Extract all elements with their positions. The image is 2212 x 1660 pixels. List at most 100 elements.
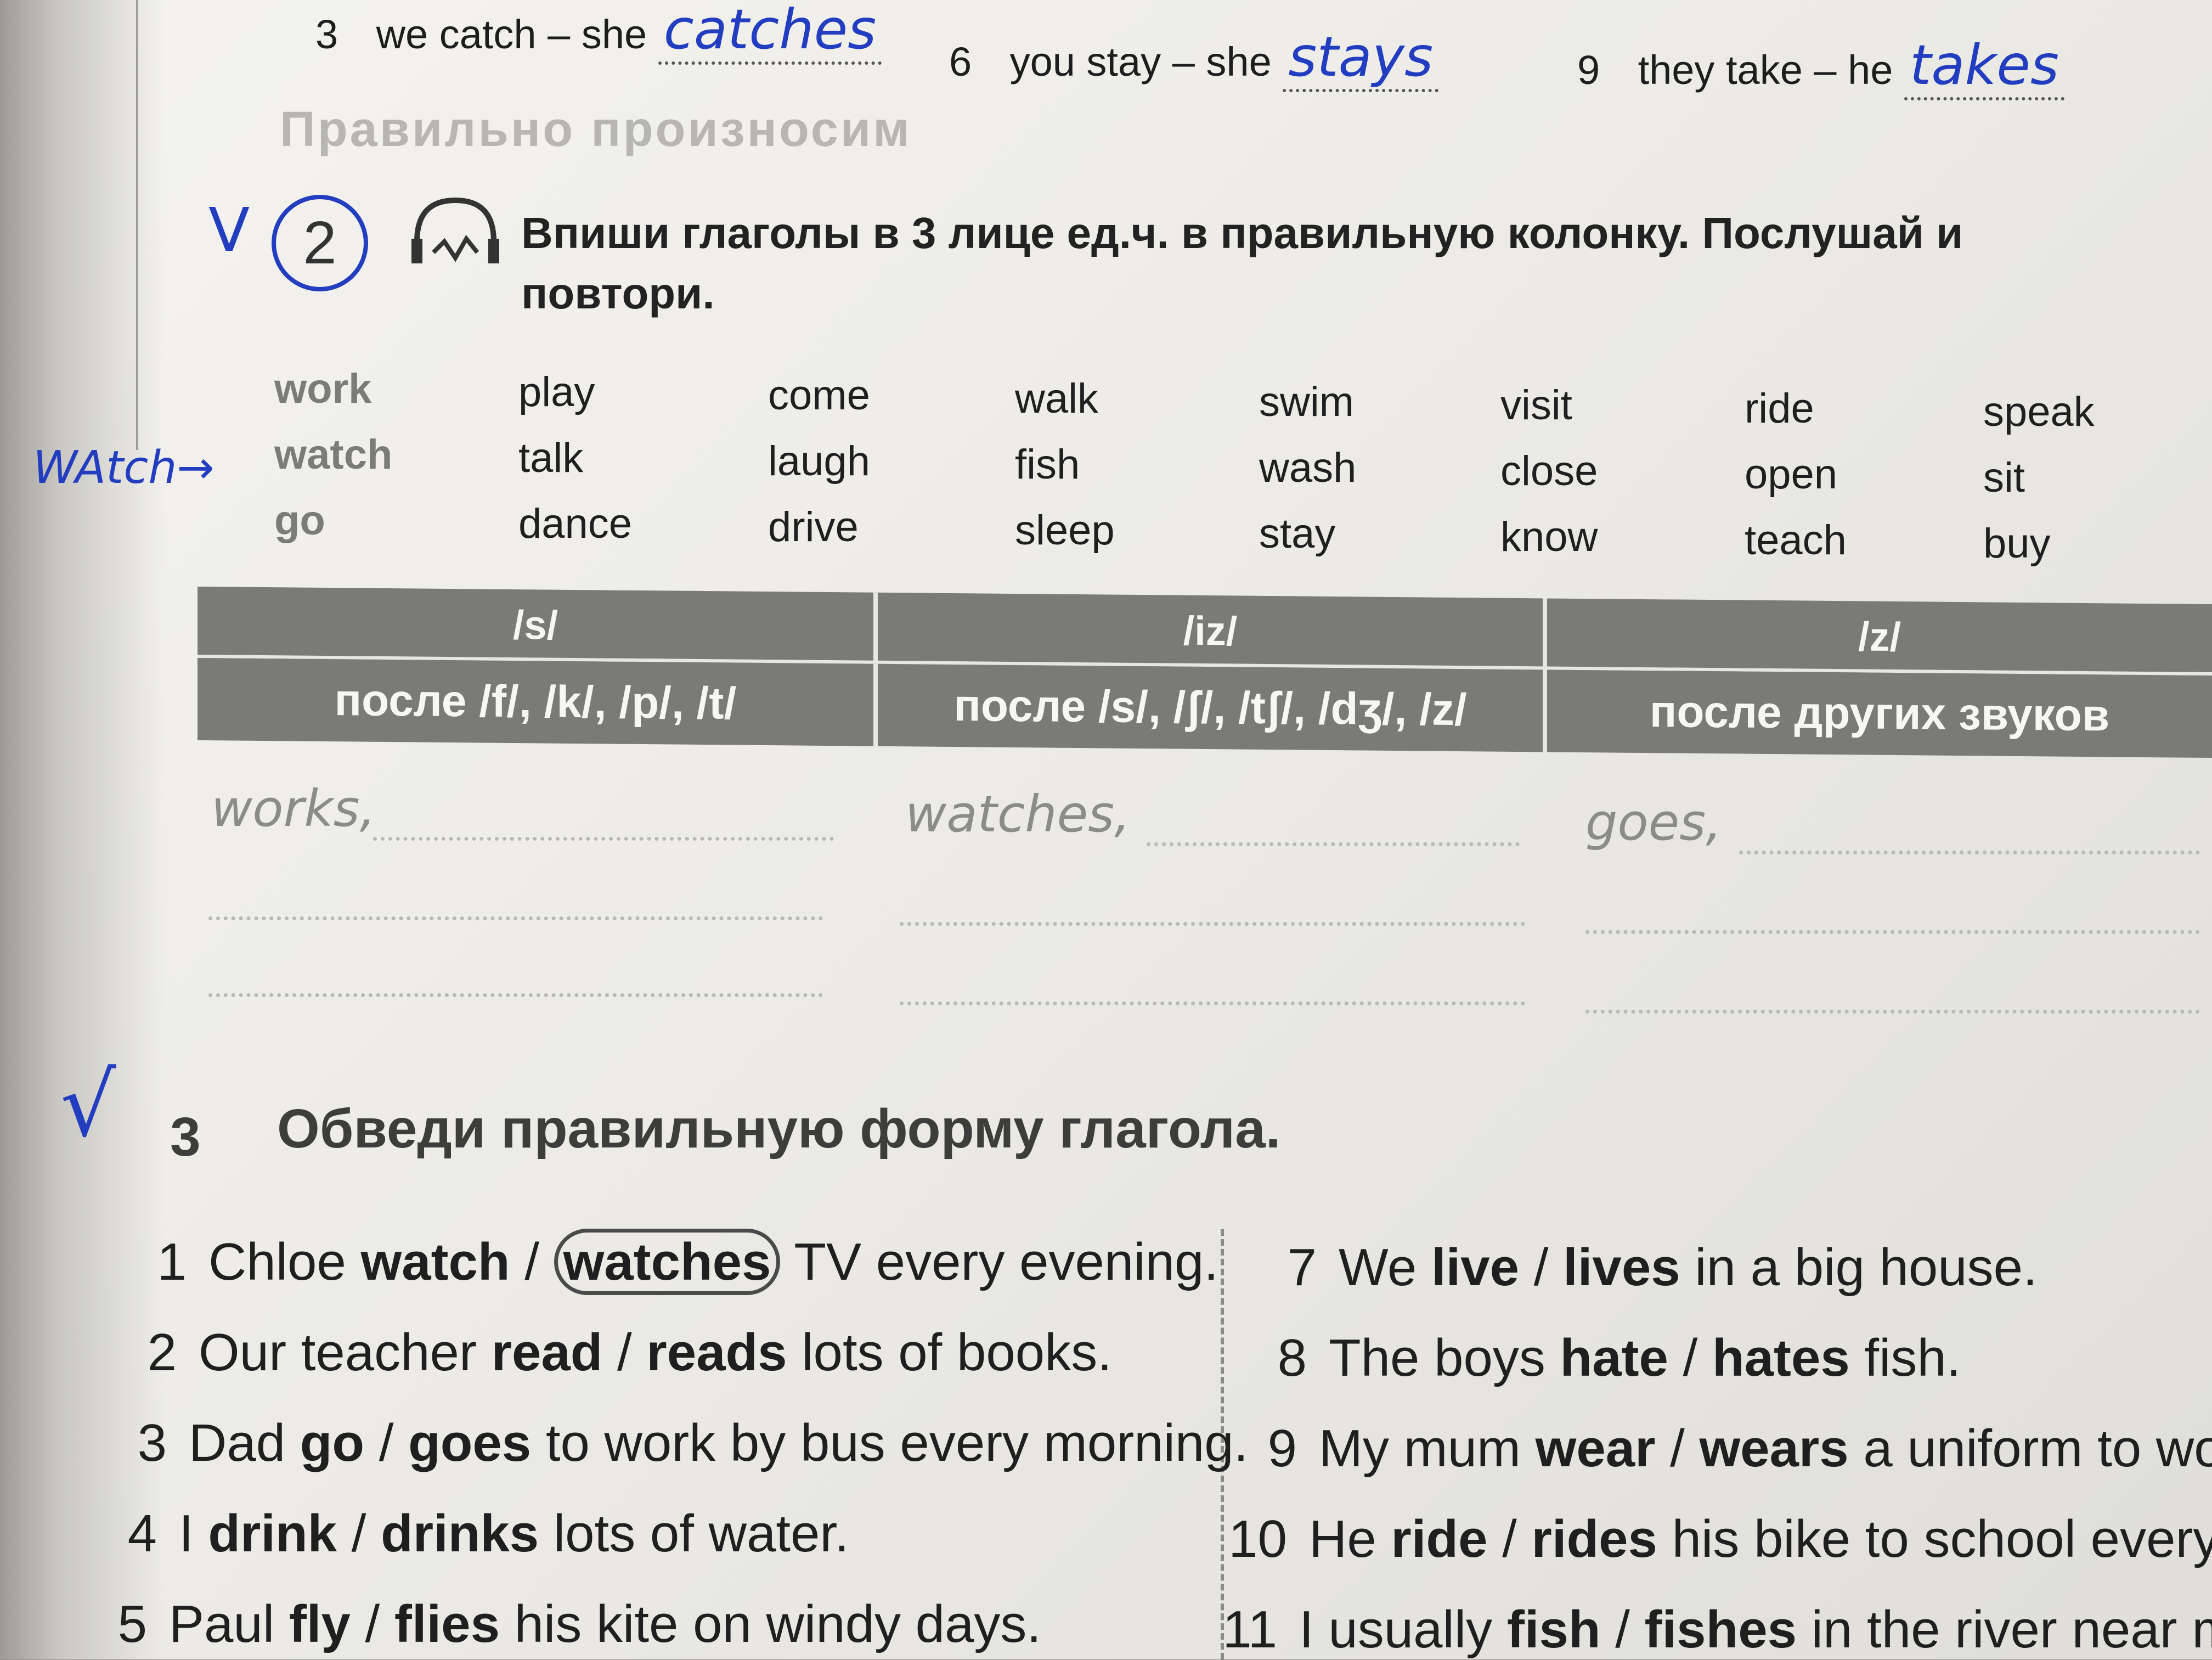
handwritten-answer: stays [1283, 25, 1439, 92]
verb-option-base[interactable]: watch [361, 1233, 510, 1291]
table-subheader: после /s/, /ʃ/, /tʃ/, /dʒ/, /z/ [878, 663, 1547, 752]
item-text: you stay – she [1009, 39, 1272, 85]
verb-option-third-person[interactable]: drinks [381, 1504, 539, 1563]
sentence-item: 5 Paul fly / flies his kite on windy days… [87, 1594, 1041, 1655]
item-text: we catch – she [376, 12, 647, 57]
sentence-subject: Paul [169, 1595, 275, 1653]
verb-word: teach [1745, 517, 1847, 564]
sentence-number: 5 [117, 1595, 147, 1653]
verb-word: laugh [768, 438, 870, 485]
table-header: /s/ [198, 586, 878, 664]
sentence-item: 10 He ride / rides his bike to school eve… [1227, 1509, 2212, 1569]
table-subheader-row: после /f/, /k/, /p/, /t/ после /s/, /ʃ/,… [198, 657, 2212, 758]
verb-option-base[interactable]: go [300, 1414, 364, 1472]
verb-word: walk [1015, 375, 1099, 422]
verb-option-base[interactable]: ride [1391, 1510, 1487, 1568]
verb-word: sleep [1015, 507, 1115, 554]
page-binding-shadow [0, 0, 165, 1659]
sentence-number: 4 [127, 1504, 157, 1563]
verb-option-base[interactable]: wear [1536, 1419, 1656, 1478]
sentence-number: 2 [147, 1323, 177, 1382]
sentence-rest: in the river near my h [1811, 1600, 2212, 1659]
verb-option-third-person[interactable]: wears [1699, 1419, 1848, 1478]
workbook-page: 3 we catch – she catches 6 you stay – sh… [0, 0, 2212, 1659]
sentence-item: 2 Our teacher read / reads lots of books. [116, 1323, 1112, 1383]
handwritten-answer: takes [1904, 33, 2065, 100]
verb-option-third-person[interactable]: flies [394, 1595, 500, 1653]
verb-word: talk [518, 435, 584, 481]
answer-line [1147, 793, 1520, 846]
option-separator: / [1668, 1329, 1712, 1387]
verb-word: watch [274, 431, 393, 478]
option-separator: / [350, 1595, 394, 1653]
answer-line [900, 873, 1525, 926]
table-subheader: после других звуков [1547, 669, 2212, 758]
answer-line [1585, 960, 2200, 1014]
sentence-subject: He [1309, 1510, 1376, 1568]
verb-option-base[interactable]: fish [1507, 1600, 1601, 1659]
sentence-rest: a uniform to wor [1848, 1419, 2212, 1478]
verb-option-base[interactable]: live [1431, 1238, 1519, 1297]
table-subheader: после /f/, /k/, /p/, /t/ [198, 657, 878, 746]
verb-option-third-person[interactable]: fishes [1645, 1600, 1797, 1659]
option-separator: / [510, 1233, 554, 1291]
verb-option-third-person[interactable]: rides [1531, 1510, 1657, 1568]
verb-option-base[interactable]: read [492, 1323, 603, 1382]
sentence-rest: TV every evening. [780, 1233, 1219, 1291]
verb-word: go [274, 497, 325, 544]
exercise3-title: Обведи правильную форму глагола. [277, 1098, 1281, 1160]
verb-option-base[interactable]: hate [1560, 1329, 1668, 1387]
option-separator: / [364, 1414, 409, 1472]
verb-word: sit [1983, 454, 2025, 501]
sentence-item: 8 The boys hate / hates fish. [1246, 1328, 1961, 1388]
sentence-subject: We [1339, 1238, 1417, 1297]
verb-word: stay [1259, 510, 1336, 557]
fold-line [136, 0, 138, 450]
sentence-item: 7 We live / lives in a big house. [1256, 1237, 2038, 1298]
item-text: they take – he [1638, 47, 1893, 93]
handwritten-answer: catches [658, 0, 882, 65]
sentence-subject: The boys [1329, 1329, 1545, 1387]
sentence-rest: lots of water. [539, 1504, 849, 1563]
sentence-rest: fish. [1849, 1329, 1961, 1387]
verb-word: drive [768, 504, 859, 550]
sentence-number: 3 [137, 1414, 167, 1472]
table-header: /iz/ [878, 592, 1547, 670]
verb-word: visit [1500, 382, 1572, 429]
sentence-subject: I [179, 1504, 194, 1563]
sentence-rest: lots of books. [787, 1323, 1112, 1382]
sentence-item: 1 Chloe watch / watches TV every evening. [126, 1229, 1219, 1295]
answer-line [208, 867, 823, 920]
verb-option-third-person[interactable]: goes [408, 1414, 531, 1472]
sentence-number: 9 [1267, 1419, 1297, 1478]
sentence-subject: I usually [1299, 1600, 1493, 1659]
sentence-rest: to work by bus every morning. [531, 1414, 1249, 1472]
sentence-rest: his kite on windy days. [499, 1595, 1042, 1653]
verb-option-base[interactable]: fly [289, 1595, 351, 1653]
verb-word: close [1500, 448, 1598, 494]
verb-word: come [768, 372, 870, 419]
verb-word: speak [1983, 389, 2095, 435]
handwritten-note: WAtch→ [33, 442, 215, 494]
verb-word: play [518, 369, 595, 415]
verb-option-third-person[interactable]: watches [554, 1229, 781, 1295]
verb-option-third-person[interactable]: hates [1712, 1329, 1850, 1387]
verb-word: buy [1983, 520, 2051, 567]
verb-option-third-person[interactable]: reads [646, 1323, 787, 1382]
verb-option-base[interactable]: drink [208, 1504, 337, 1563]
sentence-item: 3 Dad go / goes to work by bus every morn… [106, 1413, 1249, 1473]
exercise1-item-3: 3 we catch – she catches [315, 0, 882, 65]
sentence-item: 4I drink / drinks lots of water. [97, 1504, 849, 1564]
option-separator: / [1655, 1419, 1700, 1478]
verb-word: open [1745, 451, 1838, 498]
verb-word: fish [1015, 441, 1080, 488]
table-header: /z/ [1547, 598, 2212, 676]
sentence-item: 11 I usually fish / fishes in the river n… [1217, 1600, 2212, 1660]
sentence-number: 10 [1228, 1510, 1287, 1568]
check-mark-ex3: √ [60, 1054, 116, 1156]
verb-word: ride [1745, 385, 1814, 432]
verb-option-third-person[interactable]: lives [1563, 1238, 1680, 1297]
sentence-subject: Chloe [208, 1233, 346, 1291]
answer-line [208, 944, 823, 997]
sentence-subject: Dad [189, 1414, 286, 1472]
